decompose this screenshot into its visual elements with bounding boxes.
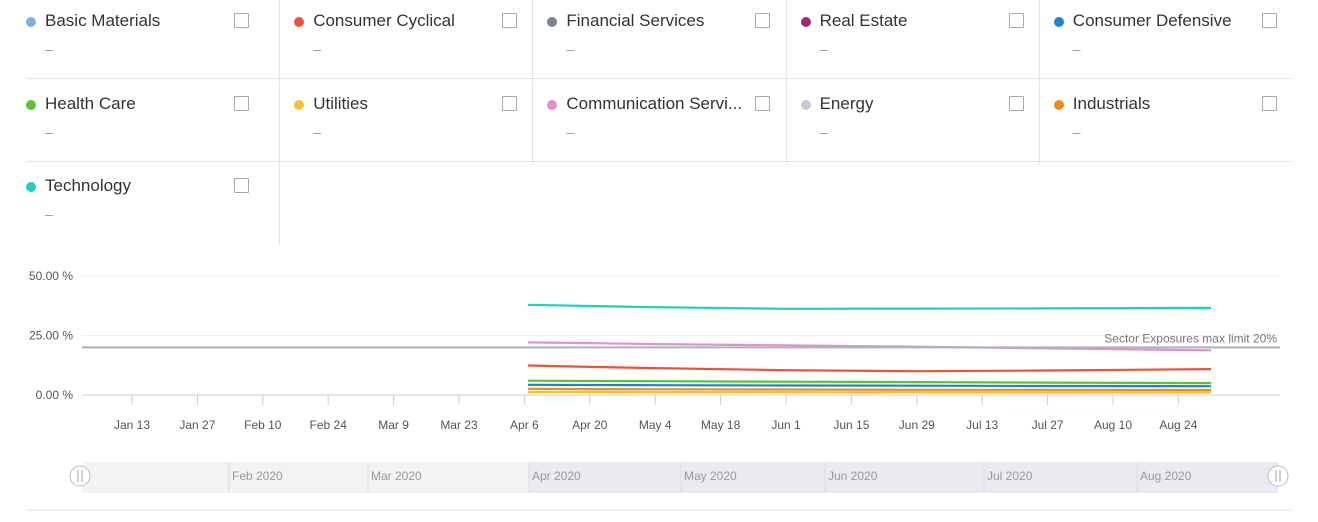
series-line [527, 387, 1212, 392]
navigator-handle[interactable] [69, 465, 91, 487]
x-tick-label: Jul 27 [1032, 418, 1064, 432]
x-tick-label: Jun 15 [833, 418, 869, 432]
x-tick-label: Apr 6 [510, 418, 539, 432]
navigator-handle[interactable] [1267, 465, 1289, 487]
x-tick-label: Jun 29 [899, 418, 935, 432]
sector-exposure-chart: 50.00 % 25.00 % 0.00 % Jan 13 Jan 27 Feb 10 F… [26, 269, 1292, 511]
series-line [527, 379, 1212, 385]
navigator-month-label: Jun 2020 [828, 469, 878, 483]
x-tick-label: Feb 10 [244, 418, 282, 432]
chart-grid [82, 275, 1280, 336]
series-line [527, 383, 1212, 388]
x-tick-label: Aug 10 [1094, 418, 1132, 432]
navigator-month-label: Aug 2020 [1140, 469, 1192, 483]
limit-line-label: Sector Exposures max limit 20% [1104, 331, 1277, 345]
navigator-month-label: Apr 2020 [532, 469, 581, 483]
series-line [527, 303, 1212, 310]
y-tick-label: 0.00 % [36, 388, 74, 402]
x-tick-label: Feb 24 [310, 418, 348, 432]
series-line [528, 390, 1212, 394]
x-tick-label: May 4 [639, 418, 672, 432]
navigator-month-label: May 2020 [684, 469, 737, 483]
x-tick-label: Mar 9 [378, 418, 409, 432]
navigator-month-label: Mar 2020 [371, 469, 422, 483]
x-axis: Jan 13 Jan 27 Feb 10 Feb 24 Mar 9 Mar 23 Apr 6… [114, 395, 1198, 432]
x-tick-label: May 18 [701, 418, 741, 432]
series-lines [527, 303, 1212, 394]
x-tick-label: Jun 1 [771, 418, 801, 432]
y-tick-label: 50.00 % [29, 269, 73, 283]
x-tick-label: Apr 20 [572, 418, 608, 432]
navigator-month-label: Jul 2020 [987, 469, 1033, 483]
x-tick-label: Jan 27 [179, 418, 215, 432]
x-tick-label: Jul 13 [966, 418, 998, 432]
x-tick-label: Aug 24 [1159, 418, 1197, 432]
x-tick-label: Mar 23 [440, 418, 478, 432]
y-tick-label: 25.00 % [29, 329, 73, 343]
series-line [527, 364, 1212, 373]
navigator-month-label: Feb 2020 [232, 469, 283, 483]
x-tick-label: Jan 13 [114, 418, 150, 432]
range-navigator: Feb 2020 Mar 2020 Apr 2020 May 2020 Jun 2020… [26, 462, 1292, 511]
